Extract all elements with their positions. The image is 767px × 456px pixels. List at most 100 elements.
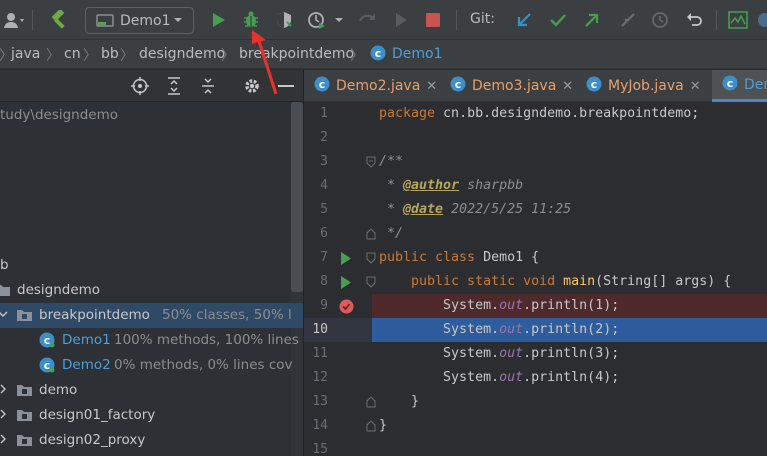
package-folder-icon bbox=[17, 408, 32, 426]
expand-all-icon[interactable] bbox=[164, 76, 184, 96]
toolbar-separator bbox=[716, 10, 717, 30]
tree-row-demo[interactable]: demo bbox=[0, 378, 303, 403]
fold-marker-icon[interactable] bbox=[366, 252, 376, 268]
attach-debugger-icon[interactable] bbox=[354, 8, 380, 32]
line-number: 7 bbox=[320, 250, 328, 265]
debug-bug-icon[interactable] bbox=[238, 8, 264, 32]
code-line: System.out.println(4); bbox=[379, 370, 620, 385]
tree-label: Demo2 bbox=[62, 357, 111, 373]
class-c-icon: c bbox=[314, 76, 330, 96]
class-c-icon: c bbox=[722, 75, 738, 95]
svg-text:c: c bbox=[455, 78, 462, 91]
code-editor[interactable]: 1 2 3 4 5 6 7 8 9 10 11 12 13 14 15 pack… bbox=[303, 102, 767, 456]
breadcrumb: 〉 java 〉 cn 〉 bb 〉 designdemo 〉 breakpoi… bbox=[0, 40, 767, 69]
svg-text:c: c bbox=[375, 47, 382, 60]
code-line: public static void main(String[] args) { bbox=[379, 274, 732, 289]
chevron-right-icon[interactable] bbox=[0, 382, 8, 400]
code-line: } bbox=[379, 394, 420, 409]
line-number: 14 bbox=[312, 418, 328, 433]
git-commit-check-icon[interactable] bbox=[546, 8, 570, 32]
tab-demo2-java[interactable]: c Demo2.java ✕ bbox=[304, 70, 440, 102]
breadcrumb-item-breakpointdemo[interactable]: breakpointdemo bbox=[239, 46, 354, 62]
folder-icon bbox=[0, 283, 10, 301]
line-number: 1 bbox=[320, 106, 328, 121]
rollback-undo-icon[interactable] bbox=[682, 8, 706, 32]
chevron-right-icon[interactable] bbox=[0, 407, 8, 425]
chevron-down-icon[interactable] bbox=[0, 307, 8, 325]
tree-label: b bbox=[0, 257, 9, 273]
svg-text:c: c bbox=[727, 77, 734, 90]
fold-marker-icon[interactable] bbox=[366, 420, 376, 436]
tree-label: demo bbox=[39, 382, 78, 398]
history-clock-icon[interactable] bbox=[648, 8, 672, 32]
project-panel-header bbox=[0, 70, 303, 102]
tree-row-demo2[interactable]: c Demo2 0% methods, 0% lines cov bbox=[0, 353, 303, 378]
line-number: 2 bbox=[320, 130, 328, 145]
close-icon[interactable]: ✕ bbox=[562, 79, 573, 94]
tab-myjob-java[interactable]: c MyJob.java ✕ bbox=[576, 70, 712, 102]
code-line: */ bbox=[379, 226, 404, 241]
code-line: System.out.println(1); bbox=[379, 298, 620, 313]
tab-demo3-java[interactable]: c Demo3.java ✕ bbox=[440, 70, 576, 102]
code-line: public class Demo1 { bbox=[379, 250, 540, 265]
breakpoint-icon[interactable] bbox=[339, 299, 354, 318]
class-c-icon: c bbox=[39, 357, 55, 377]
minimize-icon[interactable] bbox=[276, 76, 296, 96]
tree-row-breakpointdemo[interactable]: breakpointdemo 50% classes, 50% l bbox=[0, 303, 303, 328]
user-icon[interactable] bbox=[0, 8, 30, 32]
select-opened-file-target-icon[interactable] bbox=[130, 76, 150, 96]
code-line: System.out.println(3); bbox=[379, 346, 620, 361]
resume-icon[interactable] bbox=[390, 8, 412, 32]
project-tool-window: tudy\designdemo b designdemo breakpointd… bbox=[0, 70, 303, 456]
tree-row-design02-proxy[interactable]: design02_proxy bbox=[0, 428, 303, 453]
tree-row-designdemo[interactable]: designdemo bbox=[0, 278, 303, 303]
run-gutter-icon[interactable] bbox=[340, 276, 352, 293]
git-branch-icon[interactable] bbox=[616, 8, 640, 32]
git-push-arrow-icon[interactable] bbox=[580, 8, 604, 32]
stop-icon[interactable] bbox=[422, 8, 444, 32]
application-icon bbox=[96, 13, 114, 27]
fold-marker-icon[interactable] bbox=[366, 228, 376, 244]
breadcrumb-separator: 〉 bbox=[120, 48, 134, 64]
tree-row-demo1[interactable]: c Demo1 100% methods, 100% lines bbox=[0, 328, 303, 353]
breadcrumb-item-bb[interactable]: bb bbox=[101, 46, 119, 62]
gear-icon[interactable] bbox=[242, 76, 262, 96]
breadcrumb-item-cn[interactable]: cn bbox=[64, 46, 81, 62]
tree-row-b[interactable]: b bbox=[0, 253, 303, 278]
tree-label: design01_factory bbox=[39, 407, 156, 423]
code-line: } bbox=[379, 418, 388, 433]
close-icon[interactable]: ✕ bbox=[690, 79, 701, 94]
class-c-icon: c bbox=[39, 332, 55, 352]
tab-demo1-java[interactable]: c Dem bbox=[712, 70, 767, 102]
breadcrumb-item-java[interactable]: java bbox=[11, 46, 40, 62]
class-c-icon: c bbox=[586, 76, 602, 96]
profiler-icon[interactable] bbox=[304, 8, 330, 32]
class-c-icon: c bbox=[370, 45, 386, 65]
fold-marker-icon[interactable] bbox=[366, 276, 376, 292]
breadcrumb-item-designdemo[interactable]: designdemo bbox=[139, 46, 225, 62]
run-configuration-dropdown[interactable]: Demo1 bbox=[85, 7, 194, 34]
coverage-label: 0% methods, 0% lines cov bbox=[114, 357, 293, 373]
fold-marker-icon[interactable] bbox=[366, 156, 376, 172]
svg-text:c: c bbox=[44, 334, 51, 347]
coverage-shield-icon[interactable] bbox=[272, 8, 296, 32]
git-update-arrow-icon[interactable] bbox=[512, 8, 536, 32]
statistics-chart-icon[interactable] bbox=[726, 8, 750, 32]
fold-marker-icon[interactable] bbox=[366, 396, 376, 412]
run-icon[interactable] bbox=[206, 8, 230, 32]
breadcrumb-separator: 〉 bbox=[221, 48, 235, 64]
avatar-icon[interactable] bbox=[756, 8, 767, 32]
run-gutter-icon[interactable] bbox=[340, 252, 352, 269]
editor-tab-bar: c Demo2.java ✕ c Demo3.java ✕ c MyJob.ja… bbox=[303, 70, 767, 102]
line-number: 11 bbox=[312, 346, 328, 361]
svg-text:c: c bbox=[319, 78, 326, 91]
build-hammer-icon[interactable] bbox=[46, 8, 72, 32]
tree-row-design01-factory[interactable]: design01_factory bbox=[0, 403, 303, 428]
line-number: 13 bbox=[312, 394, 328, 409]
collapse-all-icon[interactable] bbox=[198, 76, 218, 96]
close-icon[interactable]: ✕ bbox=[426, 79, 437, 94]
package-folder-icon bbox=[17, 433, 32, 451]
chevron-down-icon[interactable] bbox=[332, 8, 346, 32]
chevron-right-icon[interactable] bbox=[0, 432, 8, 450]
breadcrumb-item-demo1[interactable]: Demo1 bbox=[392, 46, 443, 62]
